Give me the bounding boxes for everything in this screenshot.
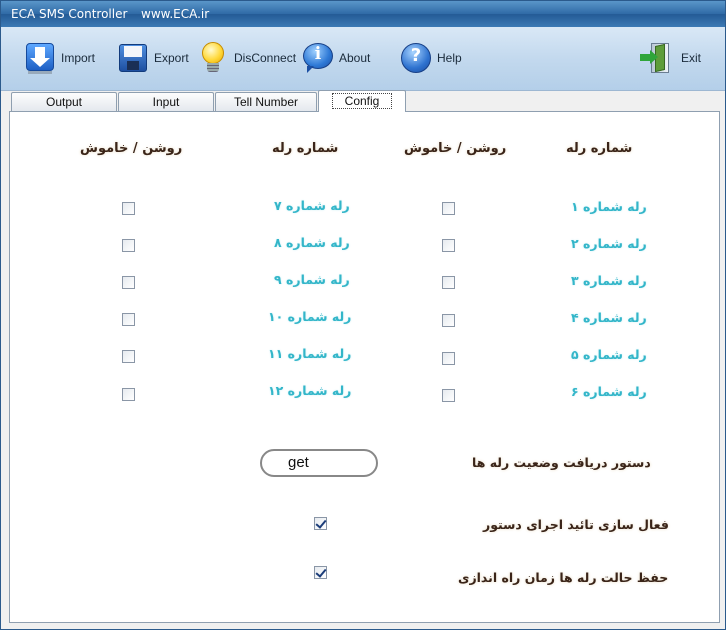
relay-4-checkbox[interactable] <box>442 314 455 327</box>
tab-tell-number[interactable]: Tell Number <box>215 92 317 111</box>
title-bar: ECA SMS Controller www.ECA.ir <box>1 1 725 27</box>
header-relay-number-right: شماره رله <box>566 141 633 156</box>
tab-config-label: Config <box>331 93 393 109</box>
import-label: Import <box>61 51 96 65</box>
confirm-checkbox[interactable] <box>314 517 327 530</box>
relay-label-3: رله شماره ۳ <box>571 273 647 288</box>
relay-label-10: رله شماره ۱۰ <box>268 309 352 324</box>
status-command-label: دستور دریافت وضعیت رله ها <box>472 455 651 470</box>
relay-8-checkbox[interactable] <box>122 239 135 252</box>
disconnect-label: DisConnect <box>234 51 297 65</box>
exit-label: Exit <box>681 51 702 65</box>
relay-label-7: رله شماره ۷ <box>274 198 350 213</box>
floppy-disk-icon <box>116 41 150 75</box>
relay-label-9: رله شماره ۹ <box>274 272 350 287</box>
relay-11-checkbox[interactable] <box>122 350 135 363</box>
relay-label-11: رله شماره ۱۱ <box>268 346 352 361</box>
config-panel: شماره رله روشن / خاموش شماره رله روشن / … <box>9 111 720 623</box>
tab-output[interactable]: Output <box>11 92 117 111</box>
relay-6-checkbox[interactable] <box>442 389 455 402</box>
relay-label-5: رله شماره ۵ <box>571 347 647 362</box>
header-on-off-left: روشن / خاموش <box>80 141 183 156</box>
exit-door-icon <box>639 41 673 75</box>
export-button[interactable]: Export <box>116 35 189 81</box>
export-label: Export <box>154 51 189 65</box>
relay-label-1: رله شماره ۱ <box>571 199 647 214</box>
relay-1-checkbox[interactable] <box>442 202 455 215</box>
header-relay-number-left: شماره رله <box>272 141 339 156</box>
help-question-icon: ? <box>399 41 433 75</box>
relay-3-checkbox[interactable] <box>442 276 455 289</box>
exit-button[interactable]: Exit <box>639 35 701 81</box>
relay-7-checkbox[interactable] <box>122 202 135 215</box>
relay-label-8: رله شماره ۸ <box>274 235 350 250</box>
relay-9-checkbox[interactable] <box>122 276 135 289</box>
help-button[interactable]: ? Help <box>399 35 462 81</box>
import-button[interactable]: Import <box>23 35 95 81</box>
status-command-input[interactable]: get <box>260 449 378 477</box>
header-on-off-right: روشن / خاموش <box>404 141 507 156</box>
relay-label-12: رله شماره ۱۲ <box>268 383 352 398</box>
main-window: ECA SMS Controller www.ECA.ir Import Exp… <box>0 0 726 630</box>
relay-label-2: رله شماره ۲ <box>571 236 647 251</box>
tab-strip: Output Input Tell Number Config <box>1 90 725 112</box>
disconnect-button[interactable]: DisConnect <box>196 35 296 81</box>
tab-input[interactable]: Input <box>118 92 214 111</box>
save-state-checkbox[interactable] <box>314 566 327 579</box>
relay-2-checkbox[interactable] <box>442 239 455 252</box>
save-state-label: حفظ حالت رله ها زمان راه اندازی <box>458 570 669 585</box>
light-bulb-icon <box>196 41 230 75</box>
relay-10-checkbox[interactable] <box>122 313 135 326</box>
about-button[interactable]: i About <box>301 35 370 81</box>
relay-12-checkbox[interactable] <box>122 388 135 401</box>
site-url: www.ECA.ir <box>141 7 210 21</box>
import-download-icon <box>23 41 57 75</box>
about-label: About <box>339 51 371 65</box>
confirm-label: فعال سازی تائید اجرای دستور <box>483 517 669 532</box>
toolbar: Import Export DisConnect i About ? Help <box>1 27 725 91</box>
relay-5-checkbox[interactable] <box>442 352 455 365</box>
relay-label-6: رله شماره ۶ <box>571 384 647 399</box>
info-icon: i <box>301 41 335 75</box>
relay-label-4: رله شماره ۴ <box>571 310 647 325</box>
app-title: ECA SMS Controller <box>11 7 128 21</box>
help-label: Help <box>437 51 462 65</box>
tab-config[interactable]: Config <box>318 90 406 112</box>
